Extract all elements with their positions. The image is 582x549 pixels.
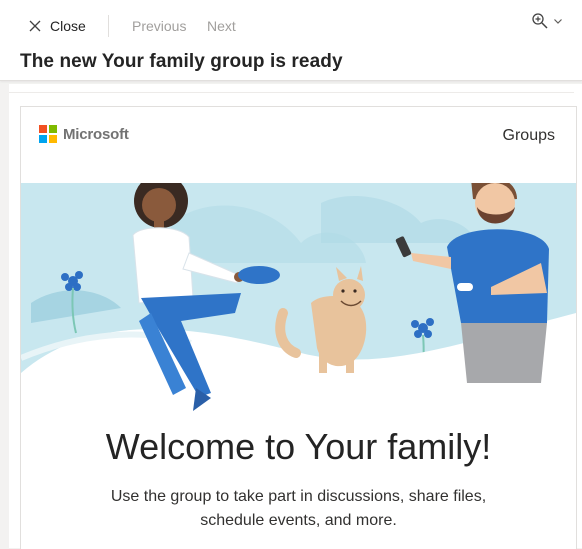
zoom-in-icon <box>532 13 548 29</box>
close-button[interactable]: Close <box>28 17 86 35</box>
close-icon <box>29 20 41 32</box>
next-button[interactable]: Next <box>207 17 236 35</box>
next-button-label: Next <box>207 18 236 34</box>
zoom-button[interactable] <box>531 12 564 30</box>
microsoft-logo-icon <box>39 125 57 143</box>
logo-square-red <box>39 125 47 133</box>
family-hero-illustration <box>21 183 576 423</box>
reading-pane-header: Close Previous Next The new Your family … <box>0 0 582 81</box>
close-button-label: Close <box>50 18 86 34</box>
welcome-heading: Welcome to Your family! <box>105 426 492 467</box>
brand-name: Microsoft <box>63 125 129 143</box>
microsoft-logo: Microsoft <box>39 125 129 143</box>
email-content-card: Microsoft Groups Welcome to Your family!… <box>20 106 577 549</box>
logo-square-yellow <box>49 135 57 143</box>
logo-square-blue <box>39 135 47 143</box>
toolbar-divider <box>108 15 109 37</box>
groups-label: Groups <box>502 127 555 144</box>
message-toolbar: Close Previous Next <box>0 0 582 50</box>
welcome-body-text: Use the group to take part in discussion… <box>110 488 487 529</box>
clipped-content-edge <box>9 92 574 93</box>
previous-button[interactable]: Previous <box>132 17 186 35</box>
chevron-down-icon <box>554 19 562 24</box>
logo-square-green <box>49 125 57 133</box>
previous-button-label: Previous <box>132 18 187 34</box>
message-subject: The new Your family group is ready <box>20 51 343 72</box>
